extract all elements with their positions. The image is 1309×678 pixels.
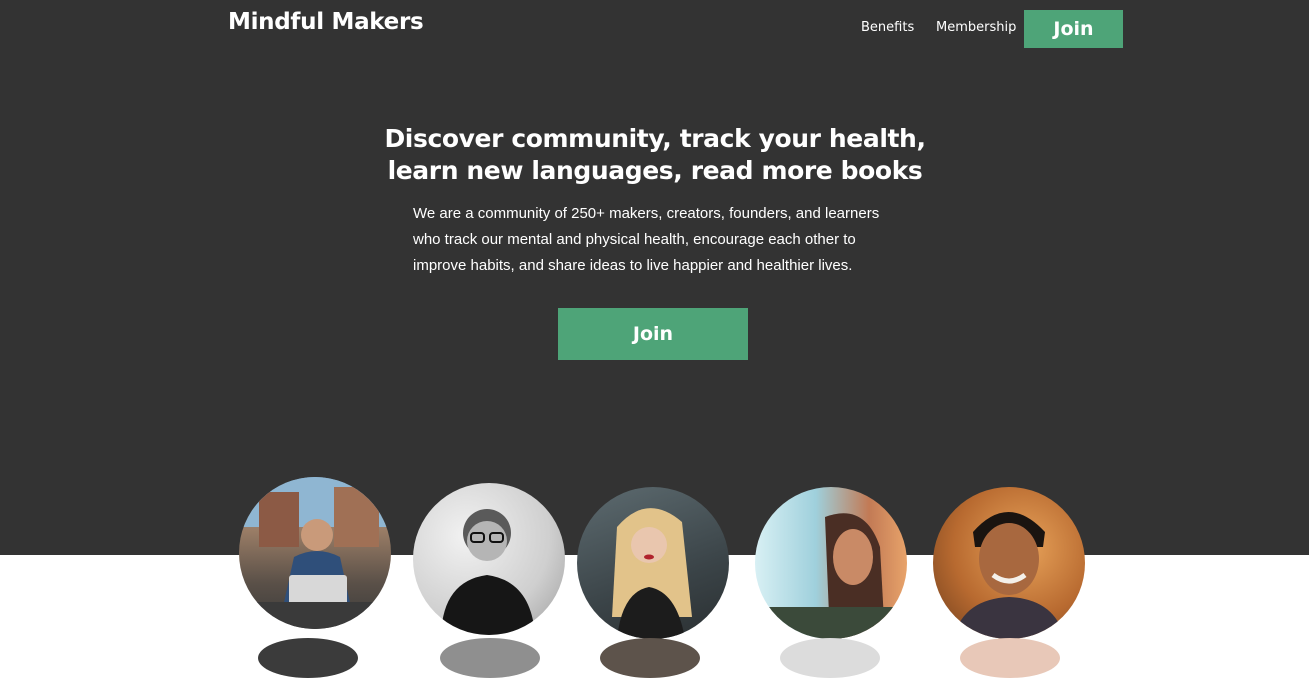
member-avatar-4 xyxy=(755,487,907,639)
member-avatar-3 xyxy=(577,487,729,639)
headline-line-1: Discover community, track your health, xyxy=(384,124,926,153)
brand-logo[interactable]: Mindful Makers xyxy=(228,9,424,35)
member-photo-1 xyxy=(239,477,391,629)
member-avatar-8 xyxy=(600,638,700,678)
member-avatar-1 xyxy=(239,477,391,629)
member-avatar-6 xyxy=(258,638,358,678)
member-photo-2 xyxy=(441,509,535,635)
nav-membership-link[interactable]: Membership xyxy=(936,20,1016,35)
member-avatar-7 xyxy=(440,638,540,678)
hero-headline: Discover community, track your health, l… xyxy=(330,123,980,187)
headline-line-2: learn new languages, read more books xyxy=(387,156,923,185)
member-photo-5 xyxy=(953,512,1065,639)
hero-intro-text: We are a community of 250+ makers, creat… xyxy=(413,205,880,274)
nav-join-button[interactable]: Join xyxy=(1024,10,1123,48)
member-avatar-5 xyxy=(933,487,1085,639)
hero-join-button[interactable]: Join xyxy=(558,308,748,360)
member-avatar-10 xyxy=(960,638,1060,678)
member-photo-4 xyxy=(755,513,907,639)
member-avatar-2 xyxy=(413,483,565,635)
nav-benefits-link[interactable]: Benefits xyxy=(861,20,914,35)
member-avatar-9 xyxy=(780,638,880,678)
member-photo-3 xyxy=(612,508,692,639)
